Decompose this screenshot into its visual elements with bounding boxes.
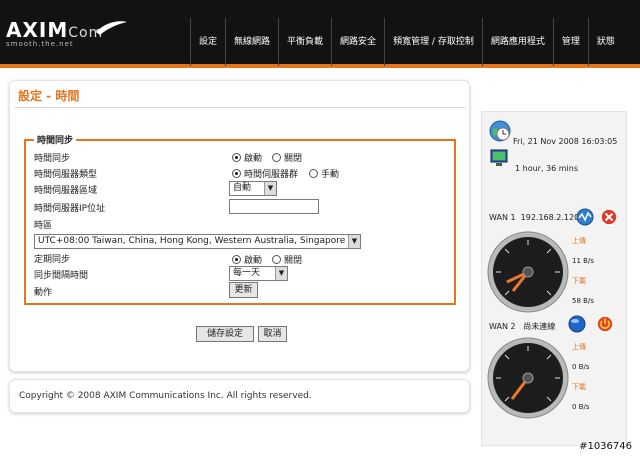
server-group-label: 時間伺服器群: [244, 170, 299, 180]
wan1-label: WAN 1: [489, 213, 516, 222]
wan2-download-value: 0 B/s: [572, 403, 590, 411]
nav-status[interactable]: 狀態: [587, 18, 623, 66]
wan1-download-label: 下載: [572, 277, 586, 285]
dropdown-arrow-icon: ▼: [264, 182, 276, 195]
radio-on-icon: [232, 169, 241, 178]
wan2-download-label: 下載: [572, 383, 586, 391]
radio-on-icon: [232, 255, 241, 264]
periodic-enable-radio[interactable]: 啟動: [232, 253, 262, 266]
axim-logo[interactable]: AXIMCom smooth.the.net: [6, 18, 127, 48]
copyright-text: Copyright © 2008 AXIM Communications Inc…: [19, 391, 312, 401]
wan1-gauge: [487, 231, 569, 313]
title-divider: [14, 107, 466, 108]
interval-select[interactable]: 每一天 ▼: [229, 266, 288, 281]
wan2-connect-icon[interactable]: [568, 315, 586, 333]
server-manual-label: 手動: [321, 170, 340, 180]
wan2-label: WAN 2: [489, 322, 516, 331]
cancel-button[interactable]: 取消: [258, 326, 287, 342]
label-periodic-sync: 定期同步: [34, 255, 71, 265]
wan2-upload-value: 0 B/s: [572, 363, 590, 371]
main-panel: 設定 - 時間 時間同步 時間同步 啟動 關閉 時間伺服器類型 時間伺服器群 手…: [9, 80, 470, 372]
timezone-select[interactable]: UTC+08:00 Taiwan, China, Hong Kong, West…: [34, 234, 361, 249]
label-server-ip: 時間伺服器IP位址: [34, 204, 106, 214]
monitor-icon: [490, 149, 508, 166]
periodic-disable-label: 關閉: [284, 256, 303, 266]
periodic-disable-radio[interactable]: 關閉: [272, 253, 302, 266]
wan1-disconnect-icon[interactable]: [600, 208, 618, 226]
label-interval: 同步間隔時間: [34, 271, 89, 281]
server-zone-select[interactable]: 自動 ▼: [229, 181, 277, 196]
radio-off-icon: [272, 153, 281, 162]
dropdown-arrow-icon: ▼: [275, 267, 287, 280]
nav-applications[interactable]: 網路應用程式: [481, 18, 553, 66]
wan2-upload-label: 上傳: [572, 343, 586, 351]
wan1-connect-icon[interactable]: [576, 208, 594, 226]
nav-settings[interactable]: 設定: [190, 18, 225, 66]
page-title: 設定 - 時間: [18, 89, 80, 103]
radio-on-icon: [232, 153, 241, 162]
dropdown-arrow-icon: ▼: [348, 235, 360, 248]
wan1-ip: 192.168.2.120: [520, 213, 580, 222]
label-timezone: 時區: [34, 221, 53, 231]
clock-globe-icon: [489, 120, 511, 142]
nav-admin[interactable]: 管理: [552, 18, 588, 66]
radio-off-icon: [272, 255, 281, 264]
logo-swoosh-icon: [96, 21, 127, 35]
sync-disable-radio[interactable]: 關閉: [272, 151, 302, 164]
timezone-value: UTC+08:00 Taiwan, China, Hong Kong, West…: [38, 236, 346, 246]
nav-load-balance[interactable]: 平衡負載: [278, 18, 331, 66]
nav-wireless[interactable]: 無線網路: [225, 18, 278, 66]
label-action: 動作: [34, 288, 53, 298]
wan2-gauge: [487, 337, 569, 419]
wan1-download-value: 58 B/s: [572, 297, 594, 305]
footer: Copyright © 2008 AXIM Communications Inc…: [9, 379, 470, 413]
system-datetime: Fri, 21 Nov 2008 16:03:05: [513, 137, 618, 146]
server-ip-input[interactable]: [229, 199, 319, 214]
server-group-radio[interactable]: 時間伺服器群: [232, 167, 298, 180]
system-uptime: 1 hour, 36 mins: [515, 164, 579, 173]
label-server-type: 時間伺服器類型: [34, 170, 98, 180]
sync-disable-label: 關閉: [284, 154, 303, 164]
sync-enable-radio[interactable]: 啟動: [232, 151, 262, 164]
update-button[interactable]: 更新: [229, 282, 258, 298]
wan1-upload-value: 11 B/s: [572, 257, 594, 265]
save-settings-button[interactable]: 儲存設定: [196, 326, 254, 342]
server-manual-radio[interactable]: 手動: [309, 167, 339, 180]
status-sidebar: Fri, 21 Nov 2008 16:03:05 1 hour, 36 min…: [481, 111, 627, 446]
wan2-status: 尚未連線: [523, 322, 556, 331]
interval-value: 每一天: [233, 268, 261, 278]
main-nav: 設定 無線網路 平衡負載 網路安全 頻寬管理 / 存取控制 網路應用程式 管理 …: [190, 18, 623, 66]
wan1-upload-label: 上傳: [572, 237, 586, 245]
label-server-zone: 時間伺服器區域: [34, 186, 98, 196]
sync-enable-label: 啟動: [244, 154, 263, 164]
periodic-enable-label: 啟動: [244, 256, 263, 266]
nav-security[interactable]: 網路安全: [331, 18, 384, 66]
label-time-sync: 時間同步: [34, 154, 71, 164]
top-header: AXIMCom smooth.the.net 設定 無線網路 平衡負載 網路安全…: [0, 0, 640, 68]
fieldset-legend: 時間同步: [34, 133, 77, 146]
nav-bandwidth[interactable]: 頻寬管理 / 存取控制: [384, 18, 482, 66]
radio-off-icon: [309, 169, 318, 178]
logo-brand: AXIM: [6, 18, 69, 42]
watermark: #1036746: [579, 441, 632, 452]
wan2-power-icon[interactable]: [596, 315, 614, 333]
server-zone-value: 自動: [233, 183, 252, 193]
